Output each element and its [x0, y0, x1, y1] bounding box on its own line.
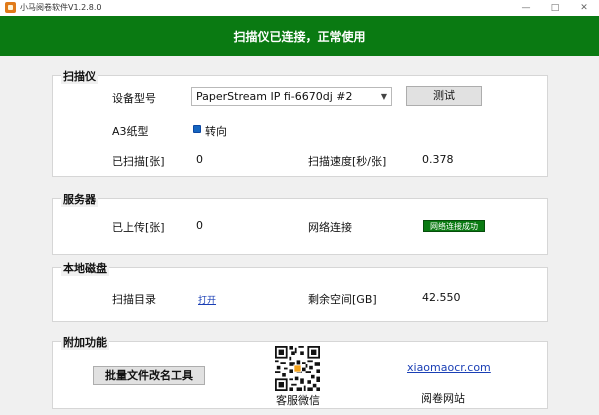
scan-speed-label: 扫描速度[秒/张]: [308, 155, 387, 168]
device-model-label: 设备型号: [112, 92, 156, 105]
local-disk-group-title: 本地磁盘: [61, 260, 109, 276]
test-button[interactable]: 测试: [406, 86, 482, 106]
qr-code-icon: [275, 346, 320, 391]
uploaded-count-value: 0: [196, 219, 203, 232]
minimize-button[interactable]: —: [514, 1, 538, 15]
network-label: 网络连接: [308, 221, 352, 234]
website-caption: 阅卷网站: [421, 392, 465, 405]
qr-caption: 客服微信: [276, 394, 320, 407]
app-logo-icon: [5, 2, 16, 13]
scanner-group-title: 扫描仪: [61, 68, 98, 84]
rotate-checkbox[interactable]: [193, 125, 201, 133]
scan-speed-value: 0.378: [422, 153, 454, 166]
a3-paper-label: A3纸型: [112, 125, 149, 138]
scanned-count-value: 0: [196, 153, 203, 166]
website-link[interactable]: xiaomaocr.com: [407, 361, 491, 374]
device-model-select[interactable]: PaperStream IP fi-6670dj #2 ▼: [191, 87, 392, 106]
free-space-label: 剩余空间[GB]: [308, 293, 377, 306]
device-model-value: PaperStream IP fi-6670dj #2: [196, 90, 353, 103]
scanned-count-label: 已扫描[张]: [112, 155, 165, 168]
network-status-badge: 网络连接成功: [423, 220, 485, 232]
window-titlebar: 小马阅卷软件V1.2.8.0 — □ ✕: [0, 0, 599, 16]
batch-rename-button[interactable]: 批量文件改名工具: [93, 366, 205, 385]
window-title: 小马阅卷软件V1.2.8.0: [20, 3, 102, 12]
uploaded-count-label: 已上传[张]: [112, 221, 165, 234]
open-directory-link[interactable]: 打开: [198, 293, 216, 306]
scan-directory-label: 扫描目录: [112, 293, 156, 306]
status-banner-text: 扫描仪已连接，正常使用: [233, 29, 366, 44]
extra-features-group-title: 附加功能: [61, 334, 109, 350]
maximize-button[interactable]: □: [543, 1, 567, 15]
server-group-title: 服务器: [61, 191, 98, 207]
chevron-down-icon: ▼: [380, 92, 387, 101]
free-space-value: 42.550: [422, 291, 461, 304]
close-button[interactable]: ✕: [572, 1, 596, 15]
rotate-label: 转向: [205, 125, 227, 138]
status-banner: 扫描仪已连接，正常使用: [0, 16, 599, 56]
